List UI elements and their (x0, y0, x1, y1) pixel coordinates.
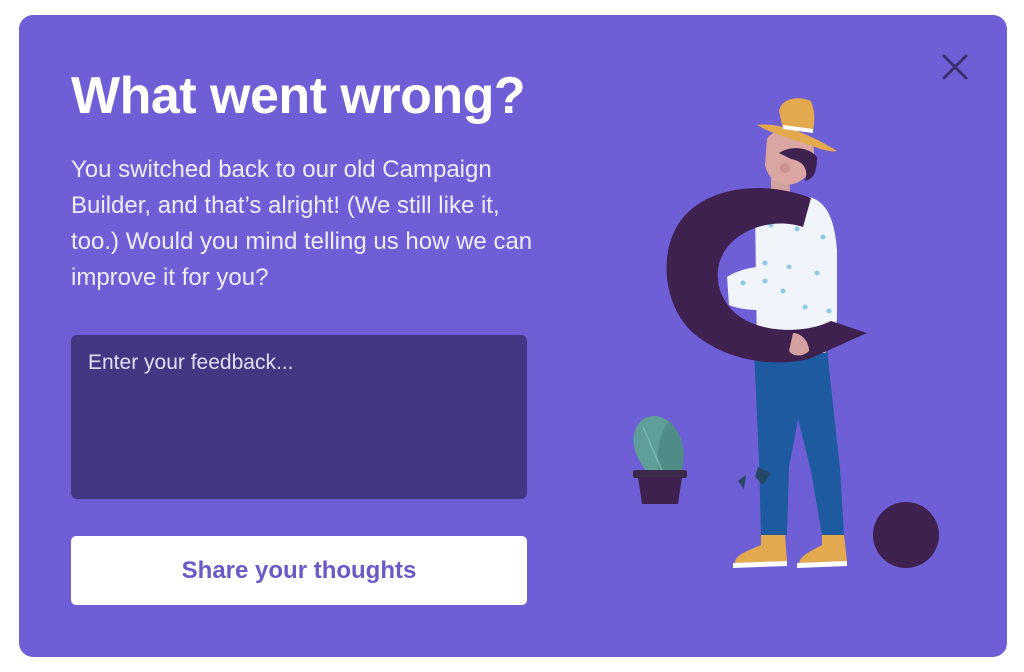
share-thoughts-button[interactable]: Share your thoughts (71, 536, 527, 605)
ball-shape (873, 502, 939, 568)
left-shoe (735, 535, 787, 563)
dialog-title: What went wrong? (71, 67, 526, 125)
feedback-dialog: What went wrong? You switched back to ou… (19, 15, 1007, 657)
right-shoe (799, 535, 847, 563)
plant-pot-icon (633, 415, 687, 504)
person-holding-letter-c-illustration (602, 85, 962, 605)
person-legs (738, 349, 844, 535)
close-icon (942, 54, 968, 80)
close-button[interactable] (937, 49, 973, 85)
feedback-input[interactable] (71, 335, 527, 499)
dialog-message: You switched back to our old Campaign Bu… (71, 156, 533, 291)
